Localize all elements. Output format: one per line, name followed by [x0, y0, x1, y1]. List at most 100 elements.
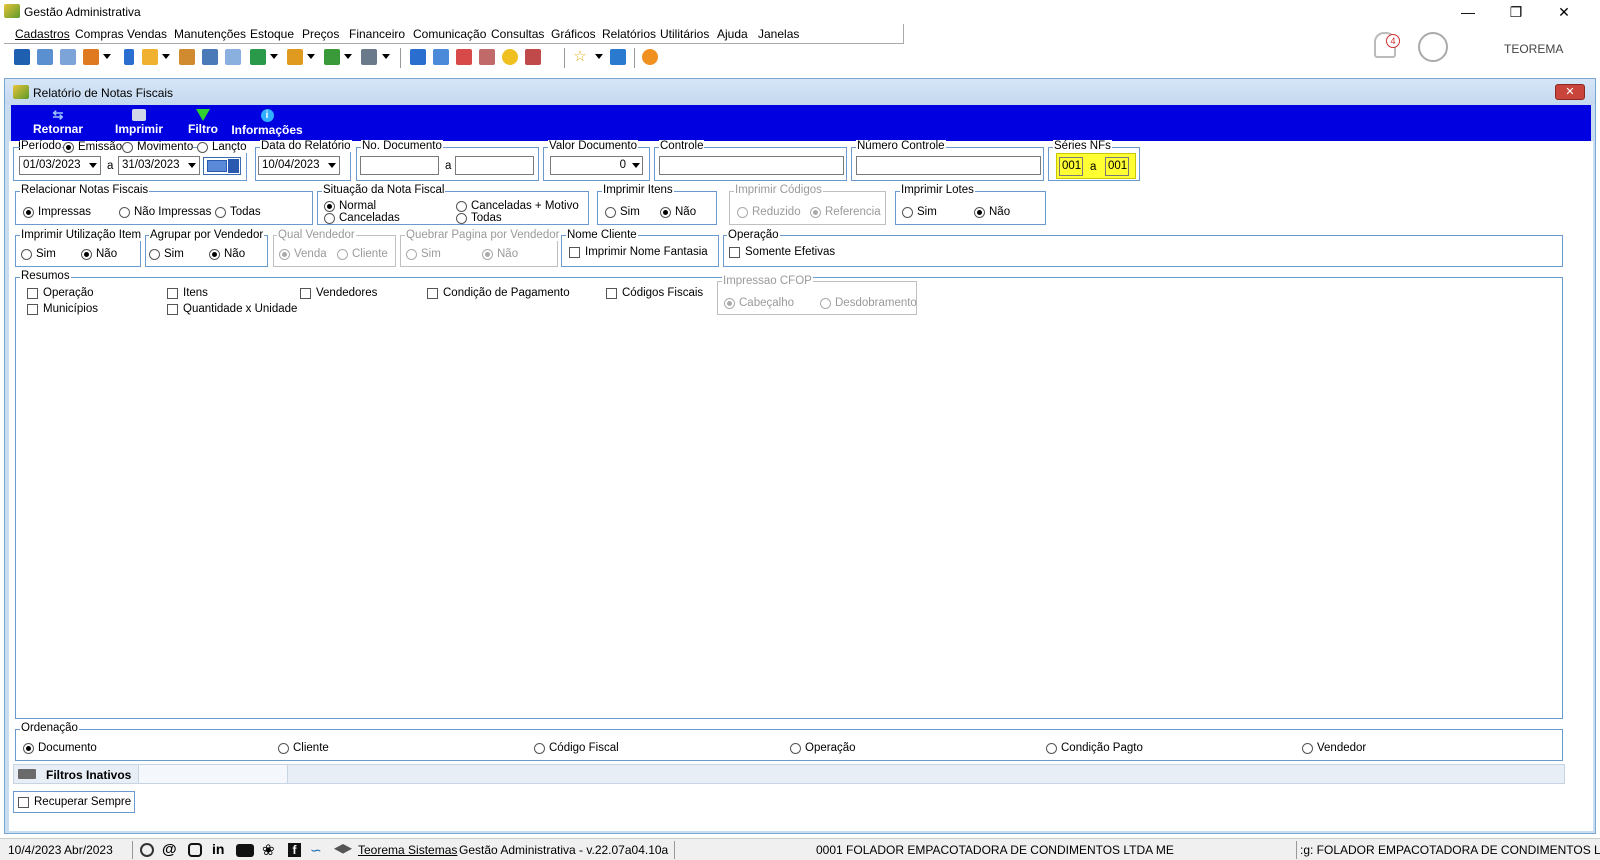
card-icon[interactable] [60, 49, 76, 65]
menu-financeiro[interactable]: Financeiro [349, 27, 405, 41]
window-close-button[interactable]: ✕ [1555, 84, 1585, 100]
relacionar-nao-impressas-radio[interactable]: Não Impressas [119, 206, 211, 218]
ordenacao-cliente-radio[interactable]: Cliente [278, 742, 329, 754]
situacao-canceladas-radio[interactable]: Canceladas [324, 212, 400, 224]
impressao-cfop-cabecalho-radio[interactable]: Cabeçalho [724, 297, 794, 309]
menu-relatorios[interactable]: Relatórios [602, 27, 656, 41]
imprimir-nome-fantasia-checkbox[interactable]: Imprimir Nome Fantasia [569, 246, 708, 258]
money-icon[interactable] [324, 49, 340, 65]
document-icon[interactable] [124, 49, 134, 65]
relacionar-impressas-radio[interactable]: Impressas [23, 206, 91, 218]
chevron-down-icon[interactable] [382, 54, 390, 59]
menu-precos[interactable]: Preços [302, 27, 339, 41]
menu-compras[interactable]: Compras [75, 27, 124, 41]
graduation-cap-icon[interactable] [334, 844, 352, 854]
ordenacao-codigo-fiscal-radio[interactable]: Código Fiscal [534, 742, 619, 754]
imprimir-lotes-nao-radio[interactable]: Não [974, 206, 1010, 218]
minimize-button[interactable]: — [1450, 2, 1486, 22]
chevron-down-icon[interactable] [270, 54, 278, 59]
exit-icon[interactable] [610, 49, 626, 65]
quebrar-pagina-sim-radio[interactable]: Sim [406, 248, 441, 260]
email-at-icon[interactable]: @ [162, 841, 177, 858]
instagram-icon[interactable] [188, 843, 202, 857]
menu-ajuda[interactable]: Ajuda [717, 27, 748, 41]
situacao-todas-radio[interactable]: Todas [456, 212, 502, 224]
ordenacao-operacao-radio[interactable]: Operação [790, 742, 856, 754]
filtro-button[interactable]: Filtro [183, 105, 223, 141]
list-icon[interactable] [83, 49, 99, 65]
chevron-down-icon[interactable] [162, 54, 170, 59]
resumo-vendedores-checkbox[interactable]: Vendedores [300, 287, 377, 299]
menu-estoque[interactable]: Estoque [250, 27, 294, 41]
close-window-button[interactable]: ✕ [1546, 2, 1582, 22]
imprimir-utilizacao-nao-radio[interactable]: Não [81, 248, 117, 260]
twitter-icon[interactable]: ❀ [262, 841, 275, 859]
resumo-municipios-checkbox[interactable]: Municípios [27, 303, 98, 315]
chevron-down-icon[interactable] [344, 54, 352, 59]
numero-controle-input[interactable] [856, 156, 1041, 175]
ordenacao-documento-radio[interactable]: Documento [23, 742, 97, 754]
ordenacao-condicao-pagto-radio[interactable]: Condição Pagto [1046, 742, 1143, 754]
calendar-check-icon[interactable] [479, 49, 495, 65]
somente-efetivas-checkbox[interactable]: Somente Efetivas [729, 246, 835, 258]
impressao-cfop-desdobramento-radio[interactable]: Desdobramento [820, 297, 917, 309]
imprimir-utilizacao-sim-radio[interactable]: Sim [21, 248, 56, 260]
periodo-movimento-radio[interactable]: Movimento [122, 141, 194, 153]
chevron-down-icon[interactable] [595, 54, 603, 59]
menu-comunicacao[interactable]: Comunicação [413, 27, 486, 41]
controle-input[interactable] [659, 156, 844, 175]
menu-vendas[interactable]: Vendas [127, 27, 167, 41]
menu-graficos[interactable]: Gráficos [551, 27, 596, 41]
data-relatorio-dropdown-icon[interactable] [328, 163, 336, 168]
facebook-icon[interactable]: f [288, 843, 301, 857]
star-icon[interactable]: ☆ [572, 49, 588, 65]
imprimir-codigos-referencia-radio[interactable]: Referencia [810, 206, 881, 218]
situacao-canceladas-motivo-radio[interactable]: Canceladas + Motivo [456, 200, 579, 212]
calculator-icon[interactable] [433, 49, 449, 65]
linkedin-icon[interactable]: in [212, 841, 224, 857]
situacao-normal-radio[interactable]: Normal [324, 200, 376, 212]
window-icon[interactable] [410, 49, 426, 65]
imprimir-codigos-reduzido-radio[interactable]: Reduzido [737, 206, 801, 218]
power-icon[interactable] [642, 49, 658, 65]
resumo-operacao-checkbox[interactable]: Operação [27, 287, 94, 299]
periodo-emissao-radio[interactable]: Emissão [63, 141, 123, 153]
clients-icon[interactable] [14, 49, 30, 65]
resumo-codigos-fiscais-checkbox[interactable]: Códigos Fiscais [606, 287, 703, 299]
periodo-to-dropdown-icon[interactable] [188, 163, 196, 168]
menu-janelas[interactable]: Janelas [758, 27, 799, 41]
calendar-icon[interactable] [456, 49, 472, 65]
menu-utilitarios[interactable]: Utilitários [660, 27, 709, 41]
valor-documento-dropdown-icon[interactable] [632, 163, 640, 168]
imprimir-lotes-sim-radio[interactable]: Sim [902, 206, 937, 218]
valor-documento-input[interactable]: 0 [550, 156, 643, 175]
menu-manutencoes[interactable]: Manutenções [174, 27, 246, 41]
quebrar-pagina-nao-radio[interactable]: Não [482, 248, 518, 260]
resumo-condicao-pagamento-checkbox[interactable]: Condição de Pagamento [427, 287, 570, 299]
box-icon[interactable] [287, 49, 303, 65]
resumo-quantidade-unidade-checkbox[interactable]: Quantidade x Unidade [167, 303, 297, 315]
teorema-sistemas-link[interactable]: Teorema Sistemas [358, 843, 457, 857]
menu-cadastros[interactable]: Cadastros [15, 27, 70, 41]
youtube-icon[interactable] [236, 844, 254, 857]
retornar-button[interactable]: ⇆ Retornar [21, 105, 95, 141]
resumo-itens-checkbox[interactable]: Itens [167, 287, 208, 299]
chevron-down-icon[interactable] [103, 54, 111, 59]
calendar-picker-button[interactable] [203, 157, 241, 175]
relacionar-todas-radio[interactable]: Todas [215, 206, 261, 218]
agrupar-vendedor-nao-radio[interactable]: Não [209, 248, 245, 260]
recuperar-sempre-checkbox[interactable]: Recuperar Sempre [18, 796, 131, 808]
print-icon[interactable] [361, 49, 377, 65]
ordenacao-vendedor-radio[interactable]: Vendedor [1302, 742, 1366, 754]
qual-vendedor-cliente-radio[interactable]: Cliente [337, 248, 388, 260]
series-from-input[interactable]: 001 [1059, 157, 1083, 176]
chevron-down-icon[interactable] [307, 54, 315, 59]
cart-icon[interactable] [250, 49, 266, 65]
folder-icon[interactable] [142, 49, 158, 65]
users-icon[interactable] [37, 49, 53, 65]
series-to-input[interactable]: 001 [1105, 157, 1129, 176]
support-icon[interactable] [140, 843, 154, 857]
person-icon[interactable] [179, 49, 195, 65]
no-documento-to-input[interactable] [455, 156, 534, 175]
restore-button[interactable]: ❐ [1498, 2, 1534, 22]
